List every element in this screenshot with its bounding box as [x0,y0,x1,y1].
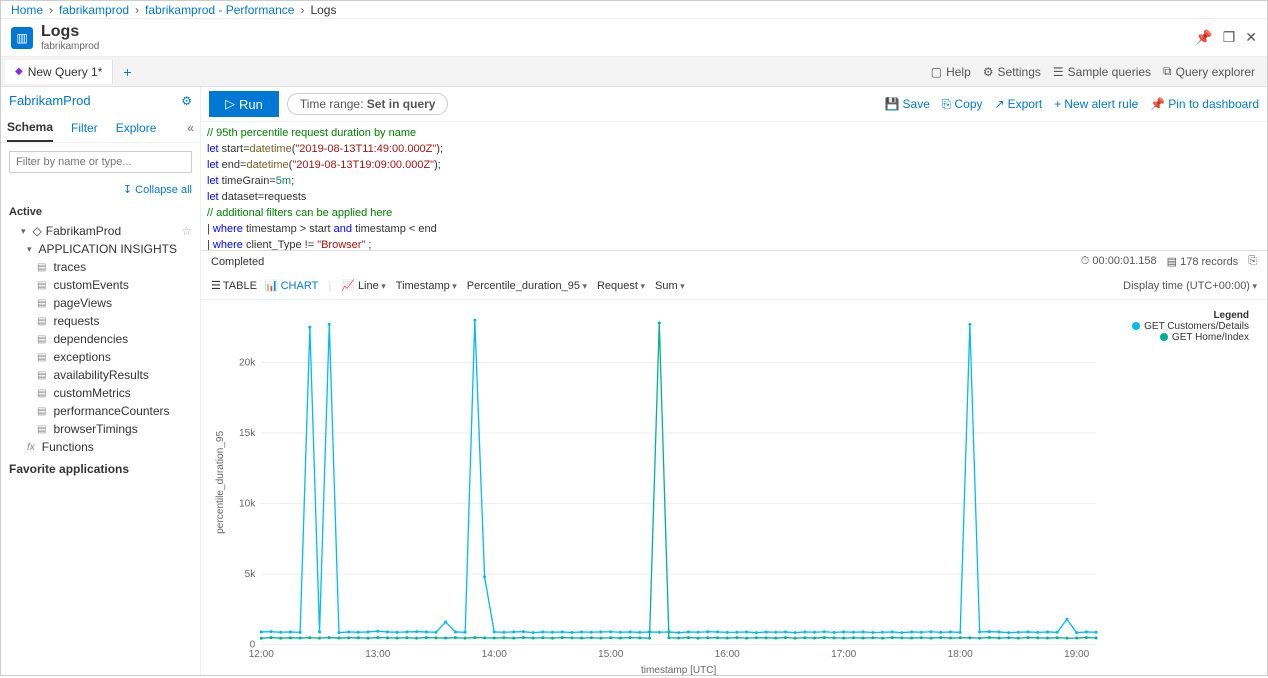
explorer-link[interactable]: ⧉ Query explorer [1163,64,1255,79]
bc-home[interactable]: Home [11,3,43,17]
table-requests[interactable]: requests [9,312,192,330]
copy-result-icon[interactable]: ⎘ [1248,255,1257,268]
svg-text:16:00: 16:00 [715,649,741,660]
y-axis-dd[interactable]: Percentile_duration_95 [467,280,587,292]
table-performanceCounters[interactable]: performanceCounters [9,402,192,420]
query-dot-icon: ◆ [15,66,23,77]
page-title: Logs [41,23,99,41]
table-customMetrics[interactable]: customMetrics [9,384,192,402]
restore-icon[interactable]: ❐ [1223,29,1236,46]
duration-text: ⏱ 00:00:01.158 [1081,255,1157,268]
svg-text:timestamp [UTC]: timestamp [UTC] [641,665,716,675]
logs-icon: ▥ [11,27,33,49]
split-dd[interactable]: Request [597,280,645,292]
schema-filter-input[interactable] [9,151,192,173]
help-link[interactable]: ▢ Help [931,64,971,79]
close-icon[interactable]: ✕ [1245,29,1257,46]
query-tab-label: New Query 1* [28,65,103,79]
svg-text:19:00: 19:00 [1064,649,1090,660]
table-mode[interactable]: ☰ TABLE [211,279,257,292]
query-tab[interactable]: ◆ New Query 1* [5,60,113,84]
table-exceptions[interactable]: exceptions [9,348,192,366]
table-browserTimings[interactable]: browserTimings [9,420,192,438]
query-toolbar: ▷ Run Time range: Set in query 💾 Save ⎘ … [201,87,1267,122]
favorite-apps: Favorite applications [9,462,192,476]
x-axis-dd[interactable]: Timestamp [396,280,457,292]
schema-sidebar: FabrikamProd ⚙ Schema Filter Explore « ↧… [1,87,201,675]
copy-button[interactable]: ⎘ Copy [942,97,983,112]
run-button[interactable]: ▷ Run [209,91,279,117]
svg-text:20k: 20k [239,357,256,368]
table-pageViews[interactable]: pageViews [9,294,192,312]
active-label: Active [9,206,192,218]
svg-text:14:00: 14:00 [482,649,508,660]
query-editor[interactable]: // 95th percentile request duration by n… [201,122,1267,250]
svg-text:percentile_duration_95: percentile_duration_95 [215,430,226,533]
table-availabilityResults[interactable]: availabilityResults [9,366,192,384]
svg-text:18:00: 18:00 [948,649,974,660]
tree-functions[interactable]: Functions [9,438,192,456]
scope-settings-icon[interactable]: ⚙ [181,94,192,108]
table-customEvents[interactable]: customEvents [9,276,192,294]
collapse-sidebar-icon[interactable]: « [187,115,194,141]
svg-text:15:00: 15:00 [598,649,624,660]
table-dependencies[interactable]: dependencies [9,330,192,348]
page-header: ▥ Logs fabrikamprod 📌 ❐ ✕ [1,19,1267,57]
export-button[interactable]: ↗ Export [995,97,1043,112]
svg-text:17:00: 17:00 [831,649,857,660]
pin-icon[interactable]: 📌 [1195,29,1212,46]
records-text: ▤ 178 records [1167,255,1239,268]
pin-dashboard-button[interactable]: 📌 Pin to dashboard [1150,97,1259,112]
chart-legend: Legend GET Customers/Details GET Home/In… [1132,310,1249,343]
tree-group[interactable]: APPLICATION INSIGHTS [9,240,192,258]
bc-2[interactable]: fabrikamprod - Performance [145,3,294,17]
new-alert-button[interactable]: + New alert rule [1054,97,1138,112]
add-tab-button[interactable]: + [113,64,141,80]
collapse-all-link[interactable]: ↧ Collapse all [1,181,200,198]
tree-root[interactable]: ◇ FabrikamProd ☆ [9,222,192,240]
status-text: Completed [211,256,264,268]
page-subtitle: fabrikamprod [41,41,99,52]
breadcrumb: Home› fabrikamprod› fabrikamprod - Perfo… [1,1,1267,19]
svg-text:5k: 5k [245,569,257,580]
svg-text:12:00: 12:00 [249,649,275,660]
tab-explore[interactable]: Explore [116,115,157,141]
table-traces[interactable]: traces [9,258,192,276]
timerange-picker[interactable]: Time range: Set in query [287,93,449,115]
samples-link[interactable]: ☰ Sample queries [1053,64,1151,79]
chart-type-dd[interactable]: 📈 Line [341,279,386,292]
svg-text:15k: 15k [239,428,256,439]
svg-text:10k: 10k [239,499,256,510]
agg-dd[interactable]: Sum [655,280,685,292]
query-tabbar: ◆ New Query 1* + ▢ Help ⚙ Settings ☰ Sam… [1,57,1267,87]
result-chart: Legend GET Customers/Details GET Home/In… [201,300,1267,675]
tab-schema[interactable]: Schema [7,114,53,142]
svg-text:13:00: 13:00 [365,649,391,660]
settings-link[interactable]: ⚙ Settings [983,64,1041,79]
scope-link[interactable]: FabrikamProd [9,93,91,108]
chart-mode[interactable]: 📊 CHART [265,279,318,292]
tz-dd[interactable]: Display time (UTC+00:00) [1123,280,1257,292]
bc-1[interactable]: fabrikamprod [59,3,129,17]
save-button[interactable]: 💾 Save [885,97,930,112]
bc-3: Logs [310,3,336,17]
tab-filter[interactable]: Filter [71,115,98,141]
